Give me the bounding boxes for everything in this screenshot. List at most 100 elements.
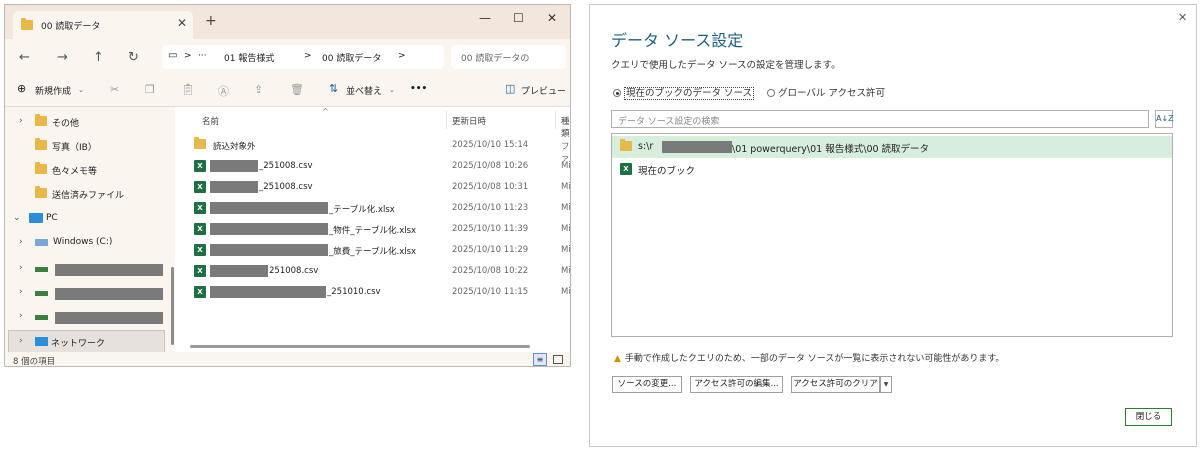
chevron-right-icon[interactable]: › xyxy=(19,336,23,346)
file-row[interactable]: X _251008.csv 2025/10/08 10:31 Mic xyxy=(180,177,570,198)
sidebar-item-windows-c[interactable]: › Windows (C:) xyxy=(5,232,170,254)
tab-close-button[interactable]: ✕ xyxy=(177,16,187,30)
column-header-modified[interactable]: 更新日時 xyxy=(452,115,486,127)
chevron-right-icon[interactable]: › xyxy=(19,311,23,321)
file-row[interactable]: X _251010.csv 2025/10/10 11:15 Mic xyxy=(180,282,571,303)
folder-user-icon xyxy=(35,162,48,174)
sidebar-item-label: ネットワーク xyxy=(51,339,106,349)
more-locations-icon[interactable]: ··· xyxy=(198,51,207,61)
file-row[interactable]: X _251008.csv 2025/10/08 10:26 Mic xyxy=(180,156,570,177)
file-modified: 2025/10/08 10:26 xyxy=(452,161,529,171)
horizontal-scrollbar[interactable] xyxy=(190,345,530,348)
sort-az-icon[interactable]: A↓Z xyxy=(1155,110,1174,128)
breadcrumb-item[interactable]: 01 報告様式 xyxy=(224,51,274,64)
close-button[interactable]: 閉じる xyxy=(1125,408,1172,426)
rename-icon[interactable]: Ⓐ xyxy=(218,83,229,99)
data-source-row[interactable]: X 現在のブック xyxy=(612,158,1172,180)
sidebar-item-pc[interactable]: ⌄ PC xyxy=(5,208,170,230)
warning-icon: ▲ xyxy=(614,354,621,364)
file-row[interactable]: X _旅費_テーブル化.xlsx 2025/10/10 11:29 Mic xyxy=(180,240,571,261)
sidebar-item-memo[interactable]: 色々メモ等 xyxy=(5,159,170,181)
tab-label: 00 読取データ xyxy=(41,22,101,32)
data-source-path-prefix: s:\r xyxy=(638,141,654,152)
file-type: Mic xyxy=(561,266,571,276)
file-row[interactable]: X 251008.csv 2025/10/08 10:22 Mic xyxy=(180,261,571,282)
new-button[interactable]: 新規作成 xyxy=(35,84,71,97)
data-source-row[interactable]: s:\r \01 powerquery\01 報告様式\00 読取データ xyxy=(612,136,1172,158)
file-type: Mic xyxy=(561,287,571,297)
redacted-file-prefix xyxy=(210,160,258,172)
file-type: Mic xyxy=(561,245,571,255)
new-icon[interactable]: ⊕ xyxy=(17,82,26,95)
close-window-button[interactable]: ✕ xyxy=(547,11,557,25)
file-row[interactable]: 読込対象外 2025/10/10 15:14 ファ xyxy=(180,135,570,164)
share-icon[interactable]: ⇪ xyxy=(254,83,263,96)
folder-user-icon xyxy=(35,138,48,150)
sort-icon[interactable]: ⇅ xyxy=(329,82,338,95)
preview-pane-icon[interactable]: ◫ xyxy=(505,82,515,95)
excel-icon: X xyxy=(194,286,206,298)
folder-icon xyxy=(21,18,33,30)
sidebar-item-drive[interactable]: › xyxy=(5,306,170,328)
sidebar-item-sonota[interactable]: › その他 xyxy=(5,111,170,133)
cut-icon[interactable]: ✂ xyxy=(110,83,119,96)
excel-icon: X xyxy=(194,244,206,256)
sidebar-item-label: PC xyxy=(46,213,58,223)
close-icon[interactable]: ✕ xyxy=(1178,11,1187,24)
chevron-right-icon[interactable]: › xyxy=(19,116,23,126)
sidebar-item-drive[interactable]: › xyxy=(5,282,170,304)
excel-icon: X xyxy=(194,223,206,235)
sort-button[interactable]: 並べ替え xyxy=(346,84,382,97)
clear-permissions-button[interactable]: アクセス許可のクリア xyxy=(791,376,880,393)
sidebar-item-photos[interactable]: 写真（IB） xyxy=(5,135,170,157)
forward-icon[interactable]: → xyxy=(57,50,68,65)
file-row[interactable]: X _テーブル化.xlsx 2025/10/10 11:23 Mic xyxy=(180,198,570,219)
sidebar-item-drive[interactable]: › xyxy=(5,258,170,280)
breadcrumb-item[interactable]: 00 読取データ xyxy=(322,51,381,64)
excel-icon: X xyxy=(194,160,206,172)
change-source-button[interactable]: ソースの変更... xyxy=(612,376,682,393)
radio-label: 現在のブックのデータ ソース xyxy=(624,87,755,100)
refresh-icon[interactable]: ↻ xyxy=(128,50,139,65)
chevron-down-icon[interactable]: ⌄ xyxy=(13,213,21,223)
file-explorer-window: 00 読取データ ✕ + — ☐ ✕ ← → ↑ ↻ ▭ > ··· 01 報告… xyxy=(4,4,571,367)
sidebar-item-network[interactable]: › ネットワーク xyxy=(8,330,165,353)
file-row[interactable]: X _物件_テーブル化.xlsx 2025/10/10 11:39 Mic xyxy=(180,219,570,240)
tiles-view-icon[interactable] xyxy=(553,355,563,364)
navigation-bar: ← → ↑ ↻ ▭ > ··· 01 報告様式 > 00 読取データ > 00 … xyxy=(5,39,570,75)
column-header-name[interactable]: 名前 xyxy=(202,115,219,127)
radio-global-permissions[interactable]: グローバル アクセス許可 xyxy=(767,85,885,99)
sidebar-scrollbar[interactable] xyxy=(171,267,174,345)
drive-icon xyxy=(35,315,48,320)
details-view-icon[interactable]: ≡ xyxy=(533,353,547,366)
minimize-button[interactable]: — xyxy=(479,11,491,25)
new-tab-button[interactable]: + xyxy=(205,13,217,29)
data-source-search-input[interactable]: データ ソース設定の検索 xyxy=(611,110,1149,128)
chevron-down-icon[interactable]: ⌄ xyxy=(78,86,84,94)
chevron-right-icon[interactable]: › xyxy=(19,237,23,247)
chevron-down-icon[interactable]: ▼ xyxy=(880,376,892,393)
copy-icon[interactable]: ❐ xyxy=(145,83,155,96)
chevron-right-icon[interactable]: › xyxy=(19,263,23,273)
search-input[interactable]: 00 読取データの xyxy=(451,45,566,69)
paste-icon[interactable]: 📋︎ xyxy=(181,83,195,96)
sidebar-item-sent-files[interactable]: 送信済みファイル xyxy=(5,183,170,205)
radio-current-workbook[interactable]: 現在のブックのデータ ソース xyxy=(613,85,755,100)
chevron-right-icon[interactable]: › xyxy=(19,287,23,297)
more-options-icon[interactable]: ••• xyxy=(410,84,427,94)
chevron-down-icon[interactable]: ⌄ xyxy=(389,86,395,94)
edit-permissions-button[interactable]: アクセス許可の編集... xyxy=(690,376,783,393)
up-icon[interactable]: ↑ xyxy=(93,50,104,65)
back-icon[interactable]: ← xyxy=(19,50,30,65)
address-bar[interactable]: ▭ > ··· 01 報告様式 > 00 読取データ > xyxy=(162,45,444,69)
redacted-path-segment xyxy=(662,141,732,153)
radio-label: グローバル アクセス許可 xyxy=(778,88,885,99)
file-modified: 2025/10/10 11:39 xyxy=(452,224,529,234)
maximize-button[interactable]: ☐ xyxy=(513,11,524,25)
tab-00-data[interactable]: 00 読取データ ✕ xyxy=(13,11,193,39)
delete-icon[interactable]: 🗑︎ xyxy=(290,83,304,96)
data-source-label: 現在のブック xyxy=(638,166,696,177)
sidebar-item-label: Windows (C:) xyxy=(53,237,113,247)
preview-button[interactable]: プレビュー xyxy=(521,84,566,97)
file-modified: 2025/10/10 11:29 xyxy=(452,245,529,255)
